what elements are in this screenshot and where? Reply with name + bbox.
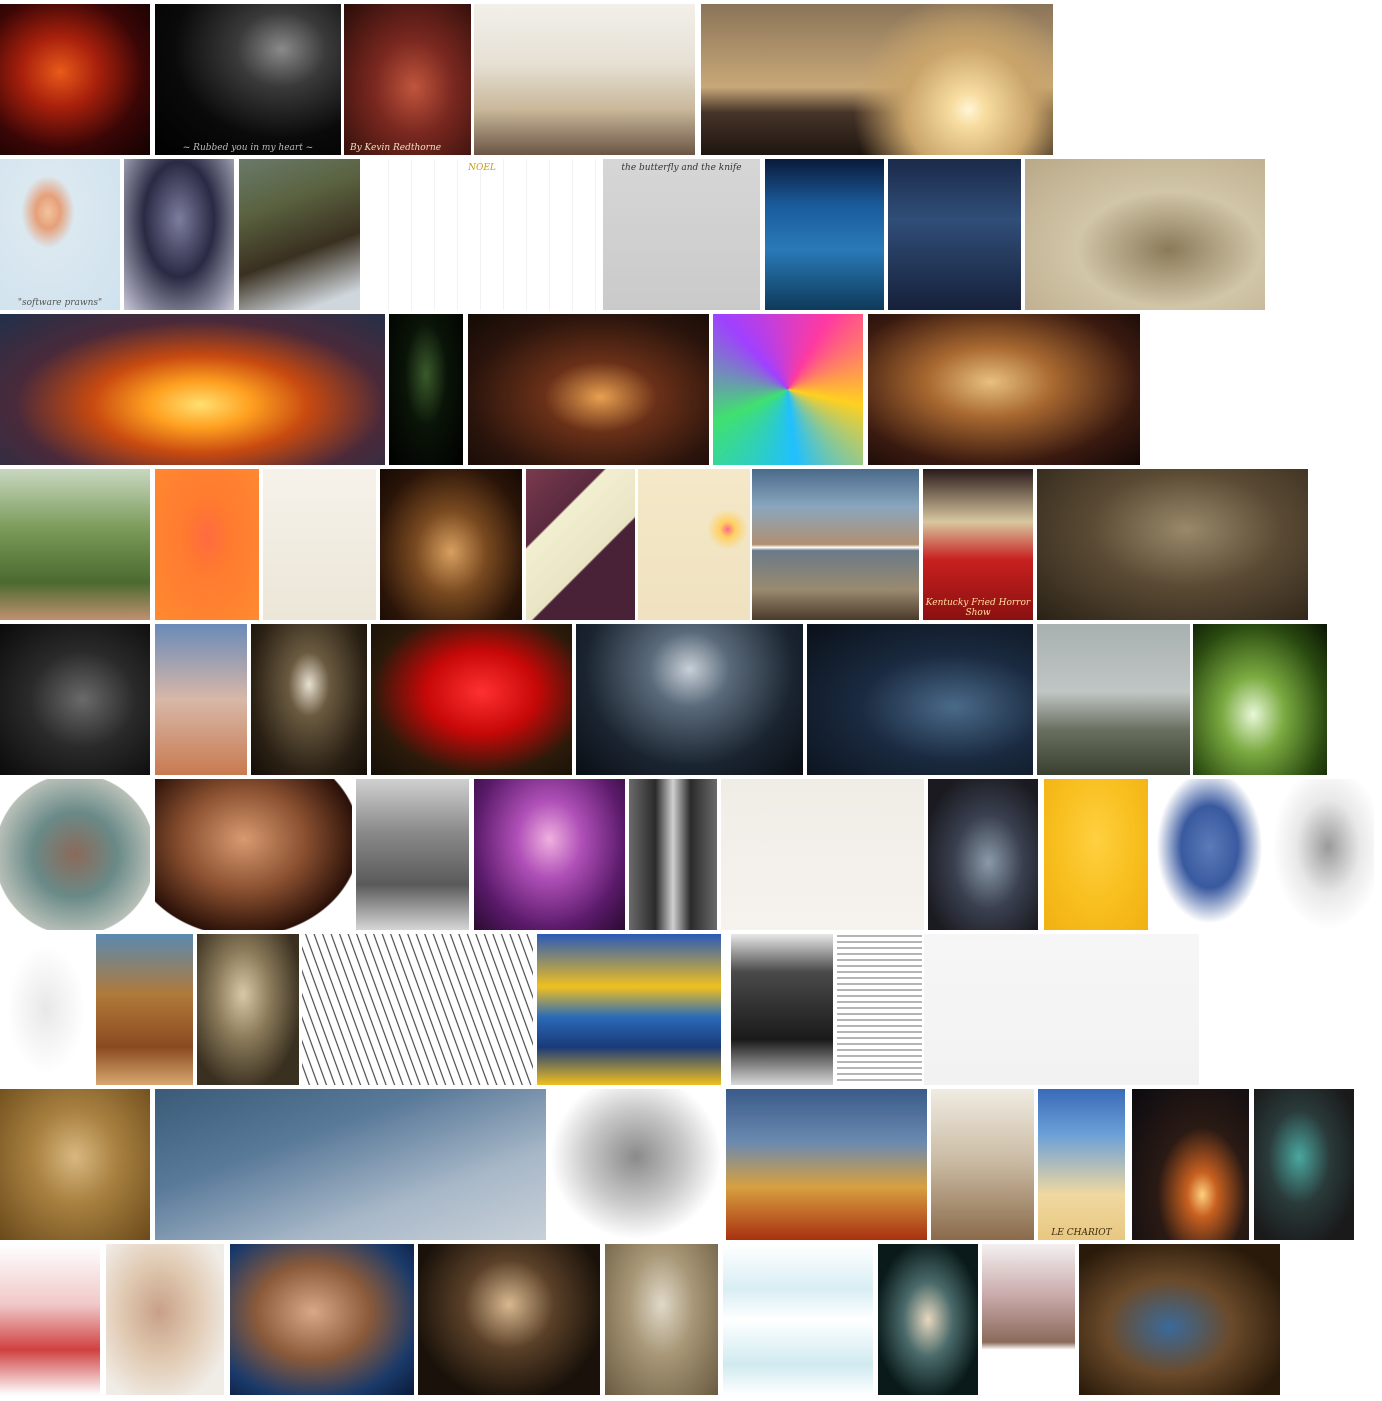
artwork-thumbnail[interactable] (0, 1244, 100, 1395)
artwork-thumbnail[interactable] (0, 314, 385, 465)
artwork-caption: NOEL (468, 163, 496, 173)
artwork-thumbnail[interactable] (155, 469, 259, 620)
artwork-thumbnail[interactable]: "software prawns" (0, 159, 120, 310)
artwork-thumbnail[interactable] (1254, 1089, 1354, 1240)
artwork-thumbnail[interactable] (807, 624, 1033, 775)
artwork-thumbnail[interactable] (356, 779, 469, 930)
artwork-thumbnail[interactable] (0, 779, 150, 930)
artwork-thumbnail[interactable] (721, 779, 924, 930)
artwork-thumbnail[interactable] (0, 4, 150, 155)
artwork-thumbnail[interactable] (1193, 624, 1327, 775)
artwork-thumbnail[interactable] (888, 159, 1021, 310)
artwork-thumbnail[interactable] (713, 314, 863, 465)
artwork-thumbnail[interactable] (468, 314, 709, 465)
artwork-thumbnail[interactable] (1025, 159, 1265, 310)
artwork-thumbnail[interactable] (1132, 1089, 1249, 1240)
artwork-caption: LE CHARIOT (1051, 1228, 1112, 1238)
artwork-thumbnail[interactable] (723, 1244, 873, 1395)
artwork-thumbnail[interactable] (96, 934, 193, 1085)
artwork-thumbnail[interactable] (550, 1089, 722, 1240)
artwork-thumbnail[interactable] (1272, 779, 1374, 930)
artwork-thumbnail[interactable] (106, 1244, 224, 1395)
artwork-thumbnail[interactable] (878, 1244, 978, 1395)
artwork-thumbnail[interactable] (155, 779, 352, 930)
artwork-thumbnail[interactable] (0, 624, 150, 775)
artwork-thumbnail[interactable] (474, 779, 625, 930)
artwork-thumbnail[interactable] (230, 1244, 414, 1395)
artwork-thumbnail[interactable] (837, 934, 922, 1085)
artwork-thumbnail[interactable]: ~ Rubbed you in my heart ~ (155, 4, 341, 155)
artwork-thumbnail[interactable] (263, 469, 376, 620)
artwork-thumbnail[interactable] (605, 1244, 718, 1395)
artwork-thumbnail[interactable] (1037, 469, 1308, 620)
artwork-thumbnail[interactable] (629, 779, 717, 930)
artwork-thumbnail[interactable] (1152, 779, 1267, 930)
artwork-caption: Kentucky Fried Horror Show (925, 598, 1031, 618)
artwork-thumbnail[interactable] (251, 624, 367, 775)
artwork-thumbnail[interactable] (155, 1089, 546, 1240)
artwork-thumbnail[interactable] (931, 1089, 1034, 1240)
artwork-thumbnail[interactable]: By Kevin Redthorne (344, 4, 471, 155)
artwork-thumbnail[interactable] (1079, 1244, 1280, 1395)
artwork-thumbnail[interactable] (474, 4, 695, 155)
artwork-thumbnail[interactable]: NOEL (366, 159, 598, 310)
artwork-thumbnail[interactable] (576, 624, 803, 775)
artwork-thumbnail[interactable] (752, 469, 919, 620)
artwork-thumbnail[interactable] (197, 934, 299, 1085)
artwork-thumbnail[interactable] (389, 314, 463, 465)
artwork-thumbnail[interactable]: the butterfly and the knife (603, 159, 760, 310)
artwork-thumbnail[interactable] (982, 1244, 1075, 1395)
artwork-caption: By Kevin Redthorne (350, 143, 442, 153)
artwork-thumbnail[interactable] (928, 779, 1038, 930)
artwork-thumbnail[interactable] (0, 469, 150, 620)
artwork-thumbnail[interactable] (124, 159, 234, 310)
artwork-thumbnail[interactable] (726, 1089, 927, 1240)
artwork-thumbnail[interactable] (239, 159, 360, 310)
artwork-thumbnail[interactable]: Kentucky Fried Horror Show (923, 469, 1033, 620)
artwork-thumbnail[interactable] (155, 624, 247, 775)
artwork-thumbnail[interactable] (418, 1244, 600, 1395)
artwork-thumbnail[interactable] (701, 4, 1053, 155)
artwork-thumbnail[interactable] (1044, 779, 1148, 930)
artwork-thumbnail[interactable] (526, 469, 635, 620)
artwork-thumbnail[interactable] (537, 934, 721, 1085)
artwork-thumbnail[interactable] (302, 934, 533, 1085)
artwork-thumbnail-gallery: ~ Rubbed you in my heart ~ By Kevin Redth… (0, 0, 1382, 1401)
artwork-caption: ~ Rubbed you in my heart ~ (182, 143, 314, 153)
artwork-caption: the butterfly and the knife (621, 163, 742, 173)
artwork-thumbnail[interactable] (1037, 624, 1190, 775)
artwork-thumbnail[interactable] (0, 934, 92, 1085)
artwork-thumbnail[interactable] (0, 1089, 150, 1240)
artwork-thumbnail[interactable] (765, 159, 884, 310)
artwork-thumbnail[interactable]: LE CHARIOT (1038, 1089, 1125, 1240)
artwork-thumbnail[interactable] (638, 469, 750, 620)
artwork-thumbnail[interactable] (924, 934, 1199, 1085)
artwork-thumbnail[interactable] (371, 624, 572, 775)
artwork-thumbnail[interactable] (731, 934, 833, 1085)
artwork-caption: "software prawns" (17, 298, 103, 308)
artwork-thumbnail[interactable] (380, 469, 522, 620)
artwork-thumbnail[interactable] (868, 314, 1140, 465)
